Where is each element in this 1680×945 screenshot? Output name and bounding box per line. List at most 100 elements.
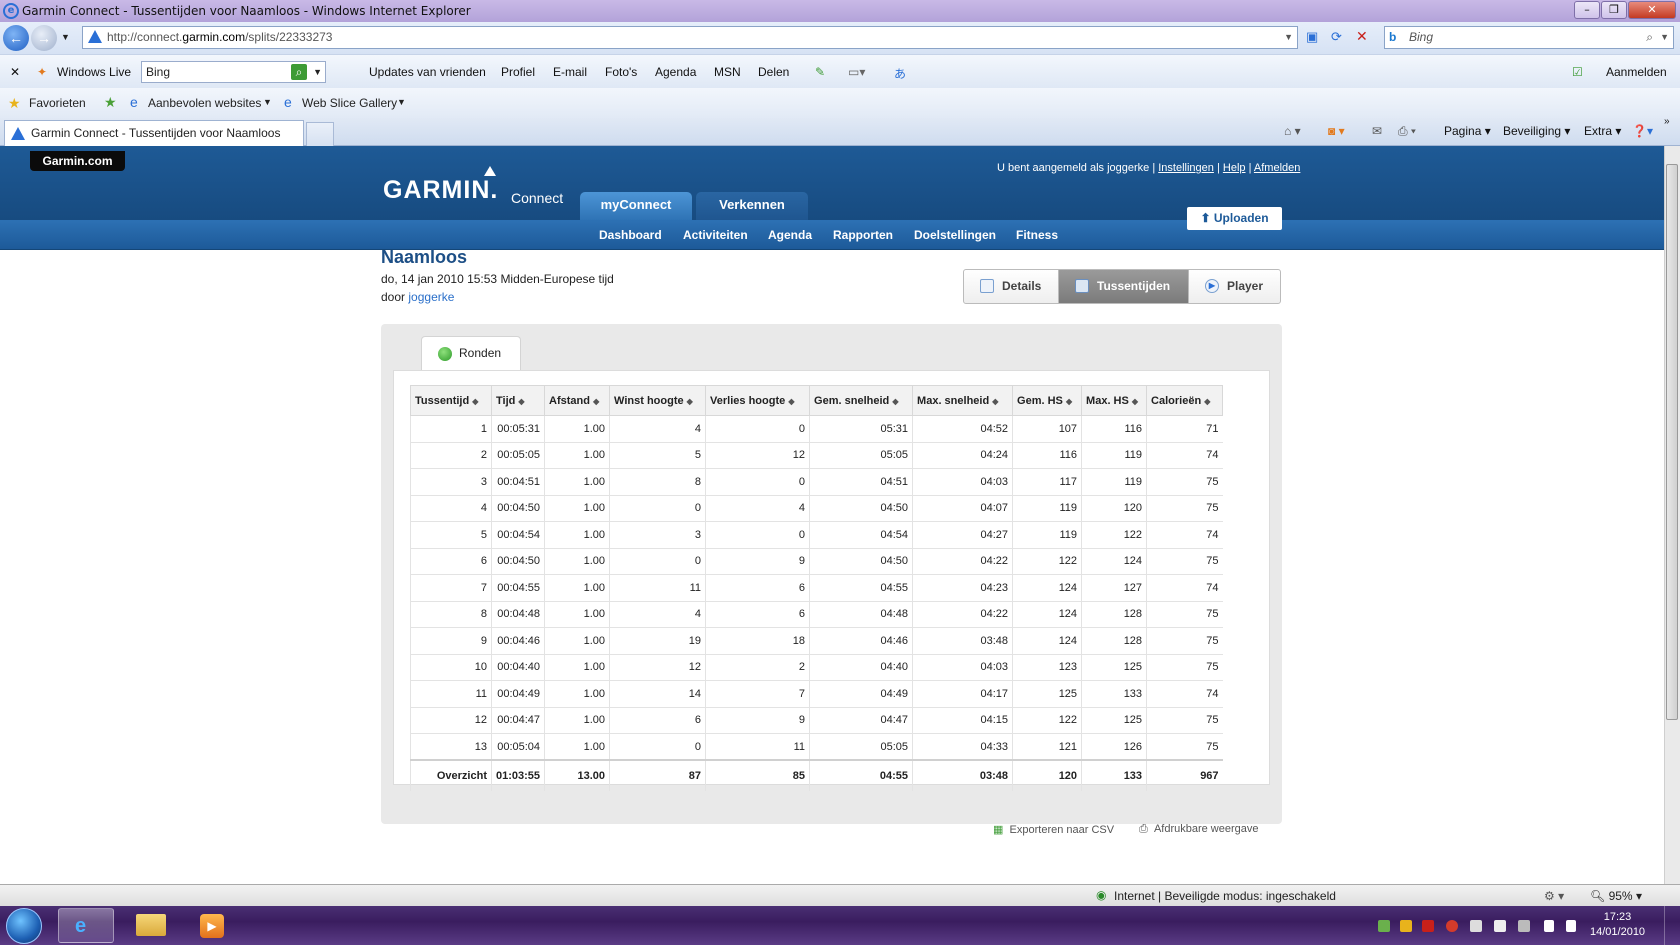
live-link-msn[interactable]: MSN	[714, 65, 741, 79]
live-link-email[interactable]: E-mail	[553, 65, 587, 79]
forward-button[interactable]: →	[31, 25, 57, 51]
add-favorite-icon[interactable]: ★	[104, 94, 117, 111]
history-dropdown-icon[interactable]: ▼	[61, 32, 70, 42]
nav-activities[interactable]: Activiteiten	[683, 228, 748, 242]
address-input[interactable]: http://connect.garmin.com/splits/2233327…	[82, 26, 1298, 49]
nav-fitness[interactable]: Fitness	[1016, 228, 1058, 242]
activity-owner-link[interactable]: joggerke	[408, 290, 454, 304]
logout-link[interactable]: Afmelden	[1254, 162, 1300, 174]
tab-details[interactable]: Details	[964, 270, 1059, 303]
favorites-button[interactable]: Favorieten	[29, 96, 86, 110]
tray-network-icon[interactable]	[1544, 920, 1554, 932]
suggested-sites-link[interactable]: Aanbevolen websites	[148, 96, 261, 110]
tray-flag-icon[interactable]	[1494, 920, 1506, 932]
column-header[interactable]: Verlies hoogte ◆	[705, 385, 811, 416]
print-icon[interactable]: ⎙ ▾	[1398, 124, 1416, 139]
tab-player-label: Player	[1227, 279, 1264, 293]
upload-button[interactable]: ⬆ Uploaden	[1187, 207, 1282, 230]
system-clock[interactable]: 17:23 14/01/2010	[1590, 910, 1645, 940]
address-dropdown-icon[interactable]: ▼	[1284, 27, 1293, 48]
scrollbar-thumb[interactable]	[1666, 164, 1678, 720]
tray-device-icon[interactable]	[1518, 920, 1530, 932]
column-header[interactable]: Gem. HS ◆	[1012, 385, 1083, 416]
web-slice-link[interactable]: Web Slice Gallery	[302, 96, 397, 110]
taskbar-explorer-button[interactable]	[122, 908, 178, 943]
live-link-agenda[interactable]: Agenda	[655, 65, 696, 79]
tray-nvidia-icon[interactable]	[1378, 920, 1390, 932]
activity-title[interactable]: Naamloos	[381, 247, 467, 268]
protected-mode-icon[interactable]: ⚙ ▾	[1544, 889, 1564, 903]
close-window-button[interactable]: ✕	[1628, 1, 1676, 19]
new-tab-button[interactable]	[306, 122, 334, 146]
stop-icon[interactable]: ✕	[1356, 28, 1368, 45]
garmin-logo[interactable]: GARMIN.	[383, 176, 498, 205]
tray-volume-mute-icon[interactable]	[1422, 920, 1434, 932]
taskbar-ie-button[interactable]: e	[58, 908, 114, 943]
settings-link[interactable]: Instellingen	[1158, 162, 1214, 174]
suggested-dropdown-icon[interactable]: ▼	[263, 97, 272, 107]
column-header[interactable]: Winst hoogte ◆	[609, 385, 707, 416]
live-link-photos[interactable]: Foto's	[605, 65, 637, 79]
maximize-button[interactable]: ❐	[1601, 1, 1627, 19]
tab-laps[interactable]: Ronden	[421, 336, 521, 370]
signin-link[interactable]: Aanmelden	[1606, 65, 1667, 79]
column-header[interactable]: Gem. snelheid ◆	[809, 385, 914, 416]
page-menu[interactable]: Pagina ▾	[1444, 124, 1491, 138]
highlight-icon[interactable]: ▭▾	[848, 65, 865, 79]
tray-app-icon[interactable]	[1400, 920, 1412, 932]
live-link-share[interactable]: Delen	[758, 65, 789, 79]
extra-menu[interactable]: Extra ▾	[1584, 124, 1621, 138]
safety-menu[interactable]: Beveiliging ▾	[1503, 124, 1570, 138]
export-csv-link[interactable]: ▦ Exporteren naar CSV	[993, 823, 1114, 836]
tray-monitor-icon[interactable]	[1470, 920, 1482, 932]
blog-icon[interactable]: ✎	[815, 65, 825, 79]
column-header[interactable]: Afstand ◆	[544, 385, 611, 416]
live-search-icon[interactable]: ⌕	[291, 64, 307, 80]
minimize-button[interactable]: –	[1574, 1, 1600, 19]
web-slice-dropdown-icon[interactable]: ▼	[397, 97, 406, 107]
home-icon[interactable]: ⌂ ▾	[1284, 124, 1301, 138]
chevron-more-icon[interactable]: »	[1664, 116, 1670, 127]
mail-icon[interactable]: ✉	[1372, 124, 1382, 138]
column-header[interactable]: Calorieën ◆	[1146, 385, 1224, 416]
close-toolbar-icon[interactable]: ✕	[10, 65, 20, 79]
back-button[interactable]: ←	[3, 25, 29, 51]
zoom-control[interactable]: 🔍︎ 95% ▾	[1590, 889, 1642, 903]
nav-goals[interactable]: Doelstellingen	[914, 228, 996, 242]
column-header[interactable]: Max. HS ◆	[1081, 385, 1148, 416]
live-link-profile[interactable]: Profiel	[501, 65, 535, 79]
column-header[interactable]: Tussentijd ◆	[410, 385, 492, 416]
windows-live-label[interactable]: Windows Live	[57, 65, 131, 79]
nav-dashboard[interactable]: Dashboard	[599, 228, 662, 242]
help-icon[interactable]: ❓▾	[1632, 124, 1653, 138]
tab-myconnect[interactable]: myConnect	[580, 192, 692, 220]
tray-security-icon[interactable]	[1446, 920, 1458, 932]
start-button[interactable]	[6, 908, 42, 944]
feeds-icon[interactable]: ◙ ▾	[1328, 124, 1345, 138]
column-header[interactable]: Max. snelheid ◆	[912, 385, 1014, 416]
table-cell: 5	[410, 521, 492, 548]
search-input[interactable]: b Bing ⌕ ▼	[1384, 26, 1674, 49]
translate-icon[interactable]: あ	[894, 65, 906, 82]
search-icon[interactable]: ⌕	[1646, 27, 1653, 48]
print-view-link[interactable]: ⎙ Afdrukbare weergave	[1139, 823, 1259, 836]
nav-agenda[interactable]: Agenda	[768, 228, 812, 242]
compat-view-icon[interactable]: ▣	[1306, 29, 1318, 45]
tray-speaker-icon[interactable]	[1566, 920, 1576, 932]
help-link[interactable]: Help	[1223, 162, 1246, 174]
tab-explore[interactable]: Verkennen	[696, 192, 808, 220]
garmin-com-link[interactable]: Garmin.com	[30, 151, 125, 171]
column-header[interactable]: Tijd ◆	[490, 385, 546, 416]
live-link-updates[interactable]: Updates van vrienden	[369, 65, 486, 79]
show-desktop-button[interactable]	[1664, 906, 1680, 945]
taskbar-media-button[interactable]: ▶	[184, 908, 240, 943]
tab-splits[interactable]: Tussentijden	[1059, 270, 1188, 303]
security-zone-text[interactable]: Internet | Beveiligde modus: ingeschakel…	[1114, 889, 1336, 903]
live-search-input[interactable]: Bing ⌕ ▼	[141, 61, 326, 83]
search-dropdown-icon[interactable]: ▼	[1660, 27, 1669, 48]
browser-tab-active[interactable]: Garmin Connect - Tussentijden voor Naaml…	[4, 120, 304, 146]
tab-player[interactable]: ▶ Player	[1188, 270, 1280, 303]
nav-reports[interactable]: Rapporten	[833, 228, 893, 242]
live-search-dropdown-icon[interactable]: ▼	[313, 62, 322, 82]
refresh-icon[interactable]: ⟳	[1331, 29, 1342, 45]
